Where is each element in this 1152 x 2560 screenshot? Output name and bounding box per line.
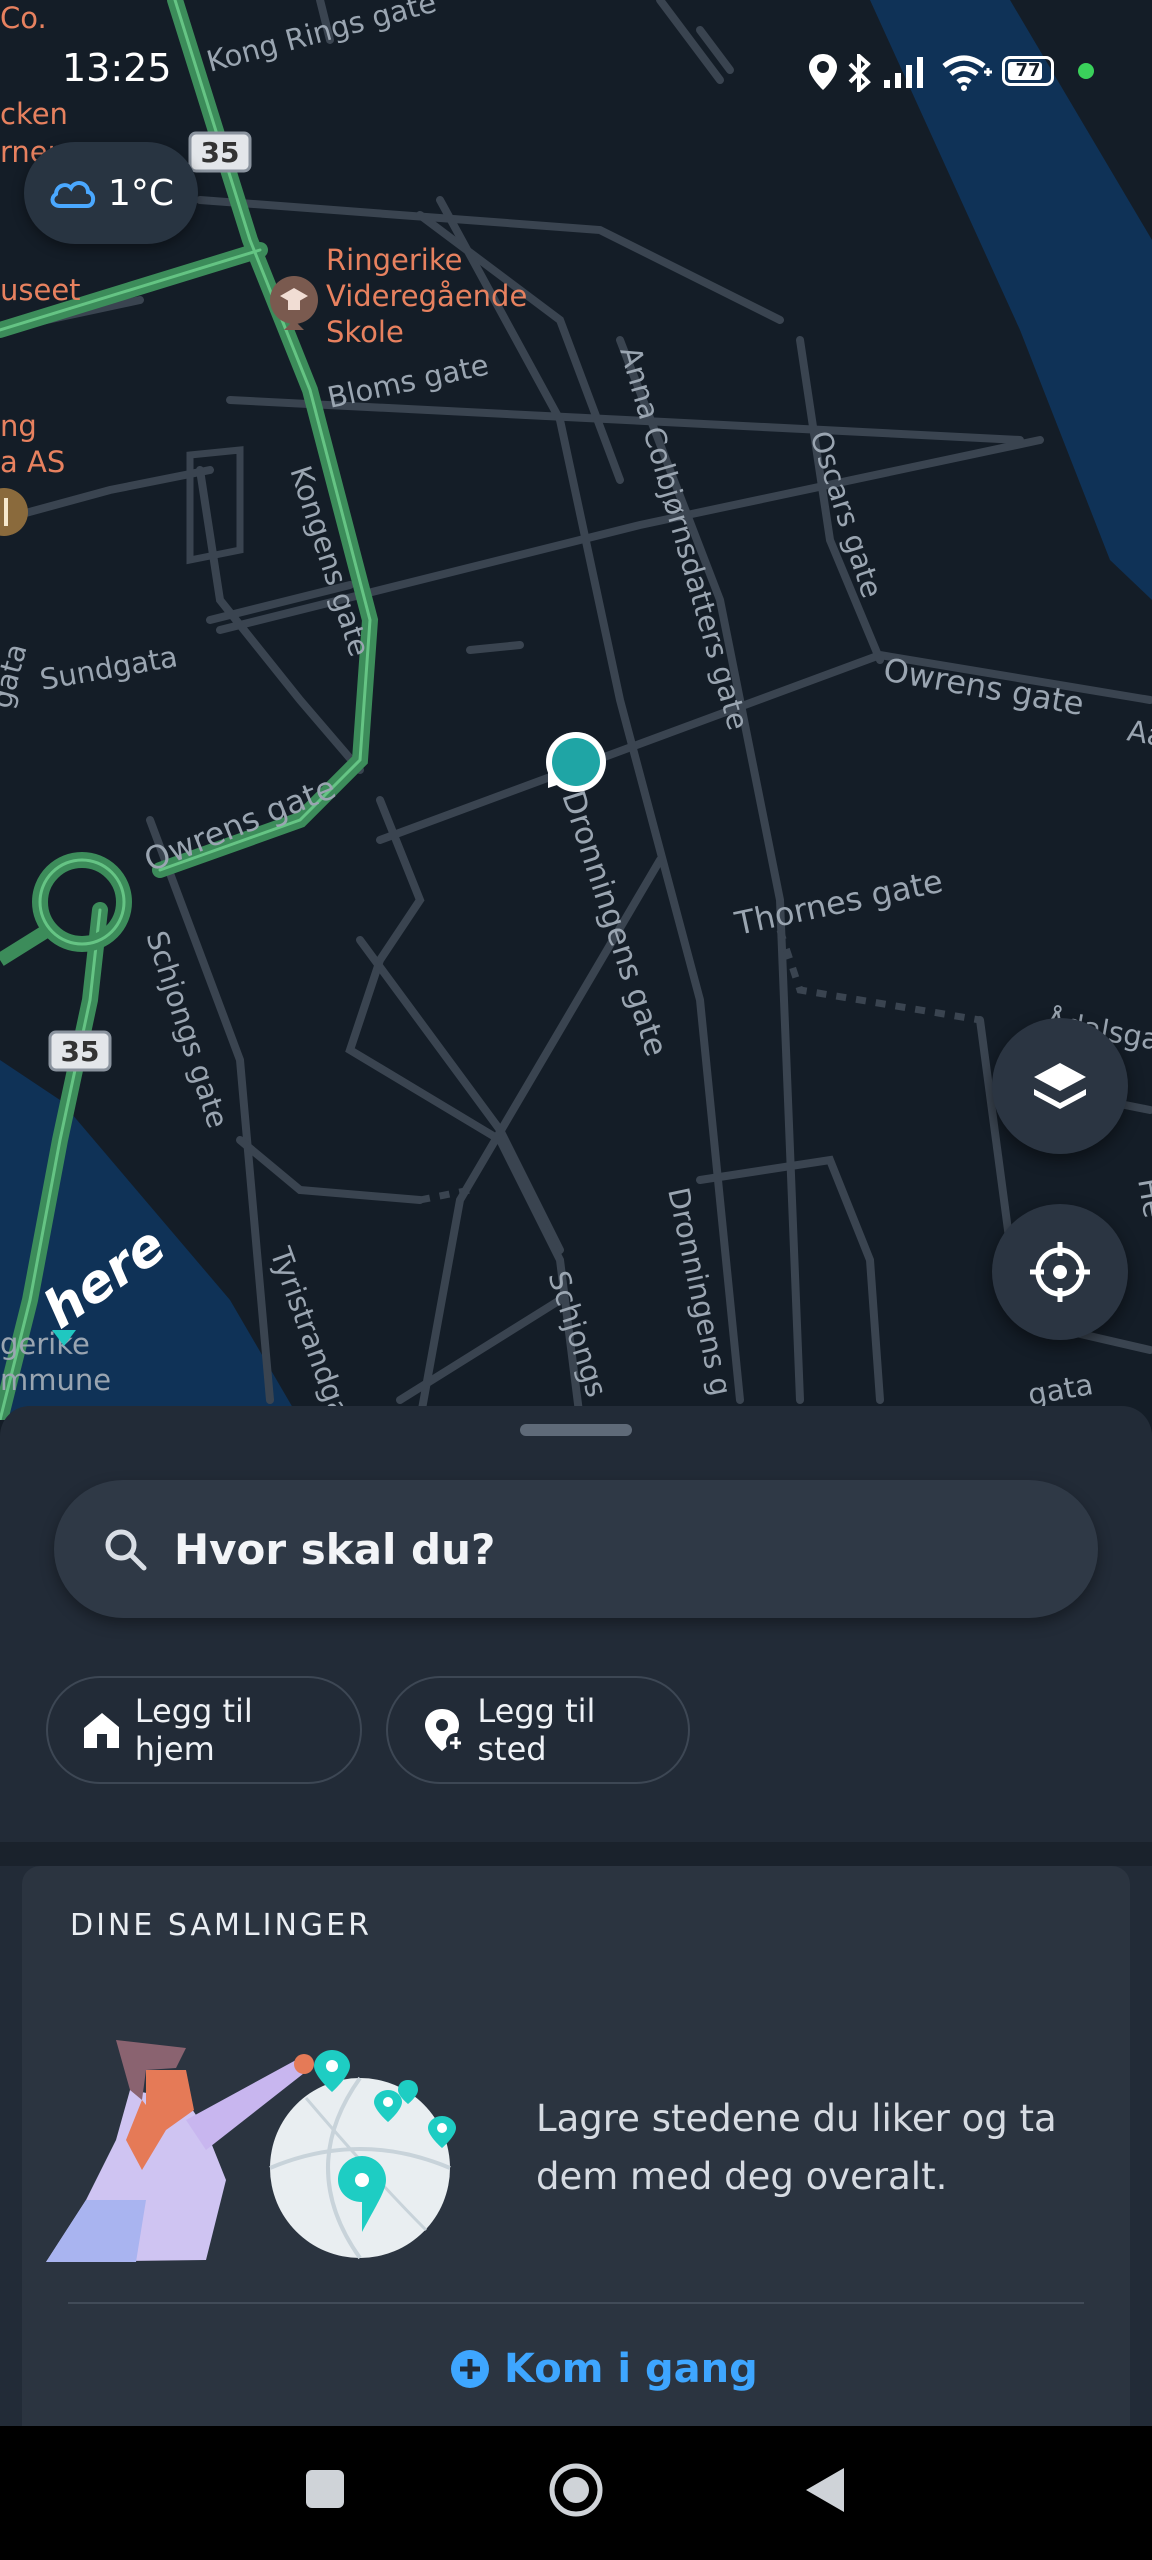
status-bar: 13:25 77: [0, 0, 1152, 140]
current-location-marker[interactable]: [546, 732, 606, 792]
route-shield-35-bottom: 35: [48, 1030, 112, 1072]
svg-text:35: 35: [201, 136, 240, 169]
section-divider: [0, 1842, 1152, 1866]
sheet-drag-handle[interactable]: [520, 1424, 632, 1436]
recent-apps-button[interactable]: [306, 2470, 344, 2508]
recenter-location-button[interactable]: [992, 1204, 1128, 1340]
active-indicator-dot: [1078, 63, 1094, 79]
cloud-icon: [50, 181, 96, 208]
search-icon: [105, 1529, 147, 1571]
map-label: useet: [0, 273, 81, 307]
battery-icon: 77: [1002, 56, 1054, 86]
map-label-school: Skole: [326, 315, 404, 349]
layers-icon: [1034, 1063, 1086, 1109]
add-location-icon: [425, 1709, 462, 1753]
collections-illustration: [46, 2040, 456, 2262]
add-home-label: Legg til hjem: [134, 1692, 253, 1768]
map-label-school: Videregående: [326, 279, 527, 313]
map-label: Aa: [1125, 713, 1152, 753]
add-circle-icon: [451, 2350, 489, 2388]
collections-title: DINE SAMLINGER: [70, 1908, 372, 1943]
bluetooth-icon: [848, 54, 871, 92]
location-status-icon: [809, 54, 837, 90]
status-time: 13:25: [62, 46, 172, 90]
system-navigation-bar: [0, 2426, 1152, 2560]
get-started-button[interactable]: Kom i gang: [450, 2346, 758, 2392]
get-started-label: Kom i gang: [504, 2346, 758, 2392]
map-label: ng: [0, 409, 37, 443]
add-home-chip[interactable]: Legg til hjem: [46, 1676, 362, 1784]
weather-temperature: 1°C: [107, 172, 175, 214]
add-place-label: Legg til sted: [477, 1692, 596, 1768]
crosshair-icon: [1030, 1242, 1090, 1302]
home-icon: [84, 1713, 119, 1748]
map-label-school: Ringerike: [326, 243, 462, 277]
battery-level: 77: [1015, 60, 1041, 81]
map-layers-button[interactable]: [992, 1018, 1128, 1154]
back-button[interactable]: [804, 2466, 846, 2514]
weather-chip[interactable]: 1°C: [24, 142, 198, 244]
wifi-icon: [942, 55, 992, 91]
signal-icon: [884, 57, 923, 88]
search-placeholder: Hvor skal du?: [174, 1524, 496, 1574]
map-label: a AS: [0, 445, 65, 479]
card-divider: [68, 2302, 1084, 2304]
add-place-chip[interactable]: Legg til sted: [386, 1676, 690, 1784]
map-label: mmune: [0, 1363, 111, 1397]
svg-text:35: 35: [61, 1035, 100, 1068]
collections-description: Lagre stedene du liker og ta dem med deg…: [536, 2097, 1057, 2198]
search-bar[interactable]: Hvor skal du?: [54, 1480, 1098, 1618]
home-button[interactable]: [548, 2462, 604, 2518]
